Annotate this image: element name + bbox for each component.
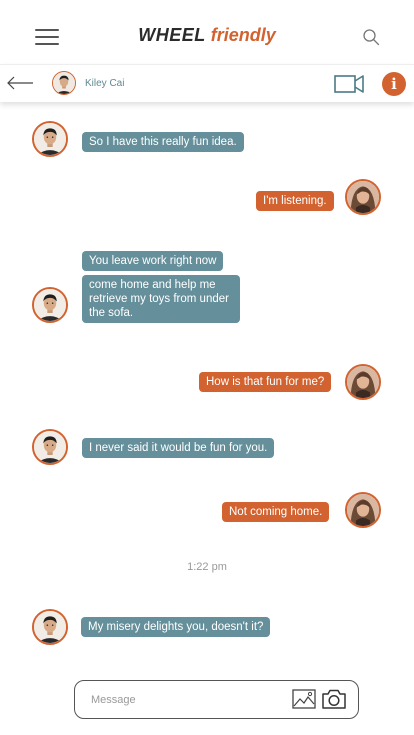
- brand-logo-part1: WHEEL: [138, 25, 206, 45]
- user-message-avatar: [345, 364, 381, 400]
- user-message-avatar: [345, 492, 381, 528]
- camera-icon[interactable]: [321, 688, 347, 710]
- brand-logo: WHEEL friendly: [0, 24, 414, 46]
- incoming-message-bubble: I never said it would be fun for you.: [82, 438, 275, 458]
- back-arrow-icon[interactable]: [6, 76, 34, 90]
- contact-message-avatar: [32, 287, 68, 323]
- message-input[interactable]: [91, 691, 281, 709]
- contact-name[interactable]: Kiley Cai: [85, 78, 124, 90]
- message-timestamp: 1:22 pm: [187, 561, 227, 573]
- user-message-avatar: [345, 179, 381, 215]
- contact-avatar[interactable]: [52, 71, 76, 95]
- incoming-message-bubble: My misery delights you, doesn't it?: [81, 617, 271, 637]
- video-call-icon[interactable]: [334, 74, 364, 94]
- brand-logo-part2: friendly: [210, 25, 276, 45]
- hamburger-menu-icon[interactable]: [35, 29, 59, 45]
- outgoing-message-bubble: How is that fun for me?: [199, 372, 332, 392]
- contact-message-avatar: [32, 429, 68, 465]
- search-icon[interactable]: [362, 28, 380, 46]
- contact-message-avatar: [32, 609, 68, 645]
- incoming-message-bubble: So I have this really fun idea.: [82, 132, 244, 152]
- incoming-message-bubble: You leave work right now: [82, 251, 224, 271]
- contact-message-avatar: [32, 121, 68, 157]
- outgoing-message-bubble: Not coming home.: [222, 502, 330, 522]
- conversation-header: Kiley Cai i: [0, 64, 414, 102]
- top-app-bar: WHEEL friendly: [0, 0, 414, 66]
- outgoing-message-bubble: I'm listening.: [256, 191, 334, 211]
- incoming-message-bubble: come home and help me retrieve my toys f…: [82, 275, 240, 323]
- image-attach-icon[interactable]: [292, 689, 316, 709]
- message-composer: [74, 680, 359, 719]
- info-button[interactable]: i: [382, 72, 406, 96]
